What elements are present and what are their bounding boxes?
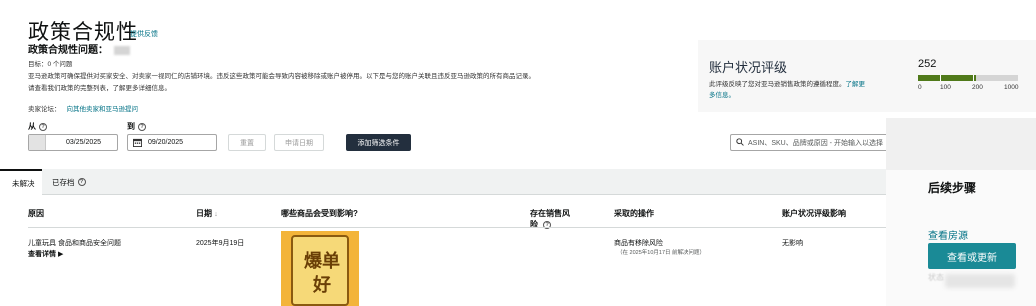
- header-reason: 原因: [28, 209, 44, 218]
- search-icon: [736, 137, 744, 148]
- header-date-label: 日期: [196, 209, 212, 218]
- header-impact: 账户状况评级影响: [782, 209, 846, 218]
- row-date: 2025年9月19日: [196, 240, 245, 247]
- tab-archived-label: 已存档: [52, 177, 75, 187]
- product-image-card: 爆单 好: [291, 235, 349, 306]
- tabs-bar: [0, 169, 886, 195]
- from-label: 从?: [28, 121, 47, 132]
- reason-link[interactable]: 儿童玩具 食品和商品安全问题: [28, 238, 121, 248]
- health-score: 252: [918, 58, 937, 70]
- bar-segment: [973, 75, 974, 81]
- from-date-field[interactable]: 03/25/2025: [28, 134, 118, 151]
- header-affected: 哪些商品会受到影响?: [281, 209, 358, 218]
- view-listing-link[interactable]: 查看房源: [928, 227, 968, 242]
- tab-archived[interactable]: 已存档?: [52, 169, 104, 195]
- health-score-bar: [918, 75, 1018, 81]
- forum-label: 卖家论坛：: [28, 106, 61, 113]
- next-steps-title: 后续步骤: [928, 181, 977, 195]
- to-label: 到?: [127, 121, 146, 132]
- redacted-value: [114, 45, 130, 55]
- feedback-link[interactable]: 提供反馈: [130, 29, 158, 39]
- tab-unresolved[interactable]: 未解决: [0, 169, 42, 195]
- issue-title: 政策合规性问题：: [28, 41, 130, 56]
- header-action: 采取的操作: [614, 209, 654, 218]
- to-date-field[interactable]: 09/20/2025: [127, 134, 217, 151]
- reset-button[interactable]: 重置: [228, 134, 266, 151]
- redacted-status: [945, 274, 1015, 288]
- calendar-icon[interactable]: [29, 135, 46, 150]
- header-date[interactable]: 日期 ↓: [196, 208, 218, 219]
- next-steps-panel-top: [886, 118, 1036, 170]
- info-icon[interactable]: ?: [138, 122, 146, 131]
- image-text: 爆单: [304, 251, 340, 272]
- issue-title-label: 政策合规性问题：: [28, 45, 108, 56]
- policy-description: 亚马逊政策可确保提供对买家安全、对卖家一视同仁的店铺环境。违反这些政策可能会导致…: [28, 73, 535, 92]
- health-score-fill: [918, 75, 976, 81]
- search-placeholder: ASIN、SKU、品牌或原因 - 开始输入以选择: [748, 139, 883, 147]
- row-action: 商品有移除风险: [614, 240, 663, 247]
- image-text: 好: [313, 275, 331, 296]
- tick-label: 0: [918, 84, 922, 91]
- tick-label: 200: [972, 84, 983, 91]
- target-text: 目标：0 个问题: [28, 61, 73, 68]
- view-details-link[interactable]: 查看详情 ▶: [28, 249, 63, 259]
- tick-label: 100: [940, 84, 951, 91]
- account-health-title: 账户状况评级: [709, 60, 788, 75]
- status-label: 状态: [928, 273, 944, 282]
- from-date-value: 03/25/2025: [66, 139, 102, 146]
- forum-link[interactable]: 向其他卖家和亚马逊提问: [67, 106, 139, 113]
- sort-arrow-icon[interactable]: ↓: [214, 211, 218, 218]
- add-filter-button[interactable]: 添加筛选条件: [346, 134, 411, 151]
- header-divider: [28, 227, 886, 228]
- health-desc-text: 此评级反映了您对亚马逊销售政策的遵循程度。: [709, 81, 846, 88]
- from-label-text: 从: [28, 122, 36, 131]
- product-image[interactable]: 爆单 好: [281, 231, 359, 306]
- row-impact: 无影响: [782, 240, 803, 247]
- search-input[interactable]: ASIN、SKU、品牌或原因 - 开始输入以选择: [730, 134, 890, 151]
- tick-label: 1000: [1004, 84, 1019, 91]
- account-health-description: 此评级反映了您对亚马逊销售政策的遵循程度。了解更多信息。: [709, 79, 869, 101]
- view-or-update-button[interactable]: 查看或更新: [928, 243, 1016, 269]
- seller-forum: 卖家论坛： 向其他卖家和亚马逊提问: [28, 103, 138, 113]
- row-action-note: （在 2025年10月17日 前解决问题）: [617, 250, 706, 256]
- info-icon[interactable]: ?: [39, 122, 47, 131]
- bar-segment: [940, 75, 941, 81]
- calendar-icon[interactable]: [130, 135, 144, 150]
- apply-date-button[interactable]: 申请日期: [274, 134, 324, 151]
- to-date-value: 09/20/2025: [148, 139, 184, 146]
- info-icon[interactable]: ?: [77, 178, 86, 186]
- to-label-text: 到: [127, 122, 135, 131]
